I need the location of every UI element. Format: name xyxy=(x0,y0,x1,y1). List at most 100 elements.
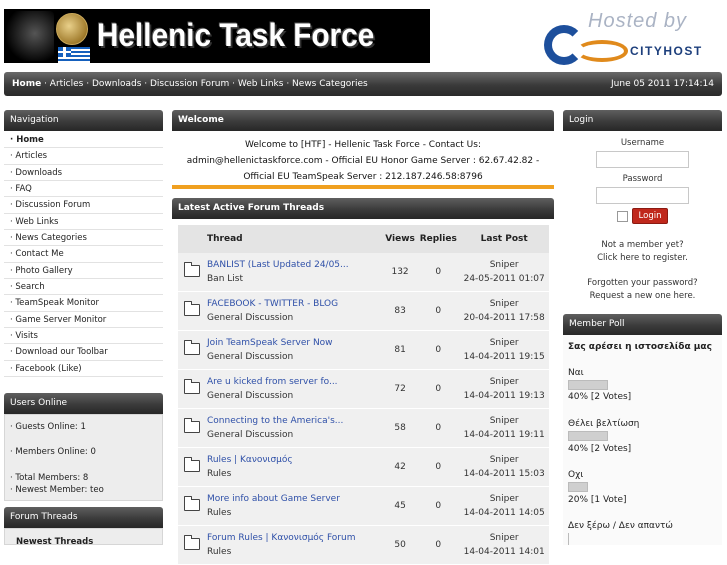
server-date: June 05 2011 17:14:14 xyxy=(611,79,714,89)
table-row: FACEBOOK - TWITTER - BLOG General Discuss… xyxy=(178,291,549,331)
nav-item-toolbar[interactable]: · Download our Toolbar xyxy=(4,344,163,361)
login-button[interactable]: Login xyxy=(632,208,668,224)
nav-item-search[interactable]: · Search xyxy=(4,279,163,296)
top-nav-forum[interactable]: Discussion Forum xyxy=(150,79,229,89)
nav-item-label: Game Server Monitor xyxy=(15,314,107,325)
nav-item-faq[interactable]: · FAQ xyxy=(4,181,163,198)
last-post-user[interactable]: Sniper xyxy=(460,531,548,545)
request-password-link[interactable]: Request a new one here. xyxy=(563,291,722,301)
newest-member-text: Newest Member: teo xyxy=(15,485,104,495)
nav-item-game-server-monitor[interactable]: · Game Server Monitor xyxy=(4,312,163,329)
thread-replies: 0 xyxy=(417,447,460,487)
table-row: Connecting to the America's... General Di… xyxy=(178,408,549,448)
thread-replies: 0 xyxy=(417,291,460,331)
password-input[interactable] xyxy=(596,187,689,204)
table-header-row: Thread Views Replies Last Post xyxy=(178,225,549,253)
thread-replies: 0 xyxy=(417,369,460,409)
nav-item-home[interactable]: · Home xyxy=(4,132,163,149)
thread-icon-cell xyxy=(178,291,206,331)
forum-threads-panel: Newest Threads xyxy=(4,528,163,547)
thread-link[interactable]: FACEBOOK - TWITTER - BLOG xyxy=(207,297,382,311)
thread-cell: FACEBOOK - TWITTER - BLOG General Discuss… xyxy=(206,291,383,331)
nav-item-news-categories[interactable]: · News Categories xyxy=(4,230,163,247)
nav-item-label: Download our Toolbar xyxy=(15,347,108,358)
nav-item-visits[interactable]: · Visits xyxy=(4,328,163,345)
folder-icon xyxy=(184,534,200,550)
thread-icon-cell xyxy=(178,408,206,448)
nav-item-label: News Categories xyxy=(15,233,87,244)
top-nav-home[interactable]: Home xyxy=(12,79,41,89)
table-row: BANLIST (Last Updated 24/05... Ban List 13… xyxy=(178,253,549,292)
nav-item-label: FAQ xyxy=(15,184,32,195)
thread-link[interactable]: BANLIST (Last Updated 24/05... xyxy=(207,258,382,272)
last-post-user[interactable]: Sniper xyxy=(460,258,548,272)
greek-flag-icon xyxy=(58,47,90,63)
last-post-date: 14-04-2011 19:11 xyxy=(463,430,545,440)
top-navigation-bar: Home · Articles · Downloads · Discussion… xyxy=(4,72,722,96)
thread-replies: 0 xyxy=(417,408,460,448)
col-thread: Thread xyxy=(206,225,383,253)
thread-link[interactable]: Join TeamSpeak Server Now xyxy=(207,336,382,350)
thread-last-post: Sniper 14-04-2011 14:01 xyxy=(459,525,549,565)
last-post-user[interactable]: Sniper xyxy=(460,375,548,389)
col-last-post: Last Post xyxy=(459,225,549,253)
total-members: · Total Members: 8 xyxy=(10,473,89,483)
thread-last-post: Sniper 14-04-2011 19:11 xyxy=(459,408,549,448)
nav-item-forum[interactable]: · Discussion Forum xyxy=(4,197,163,214)
site-title: Hellenic Task Force xyxy=(97,17,375,53)
thread-forum: Rules xyxy=(207,469,232,479)
thread-link[interactable]: More info about Game Server xyxy=(207,492,382,506)
latest-threads-table: Thread Views Replies Last Post BANLIST (… xyxy=(178,225,549,565)
last-post-user[interactable]: Sniper xyxy=(460,492,548,506)
nav-item-articles[interactable]: · Articles xyxy=(4,148,163,165)
last-post-user[interactable]: Sniper xyxy=(460,453,548,467)
total-members-text: Total Members: 8 xyxy=(15,473,89,483)
thread-link[interactable]: Rules | Κανονισμός xyxy=(207,453,382,467)
hosted-by-logo[interactable]: Hosted by CITYHOST xyxy=(542,10,722,66)
poll-bar xyxy=(568,533,570,545)
poll-option-label: Δεν ξέρω / Δεν απαντώ xyxy=(568,521,673,531)
top-nav-downloads[interactable]: Downloads xyxy=(92,79,141,89)
thread-link[interactable]: Connecting to the America's... xyxy=(207,414,382,428)
coin-emblem xyxy=(56,13,88,45)
poll-option-result: 40% [2 Votes] xyxy=(568,392,632,402)
thread-views: 50 xyxy=(383,525,418,565)
thread-icon-cell xyxy=(178,330,206,370)
register-link[interactable]: Click here to register. xyxy=(563,253,722,263)
top-nav-news-categories[interactable]: News Categories xyxy=(292,79,368,89)
folder-icon xyxy=(184,456,200,472)
nav-item-photo-gallery[interactable]: · Photo Gallery xyxy=(4,263,163,280)
last-post-user[interactable]: Sniper xyxy=(460,336,548,350)
last-post-date: 14-04-2011 19:15 xyxy=(463,352,545,362)
nav-item-downloads[interactable]: · Downloads xyxy=(4,165,163,182)
folder-icon xyxy=(184,339,200,355)
thread-views: 42 xyxy=(383,447,418,487)
thread-icon-cell xyxy=(178,369,206,409)
nav-item-teamspeak-monitor[interactable]: · TeamSpeak Monitor xyxy=(4,295,163,312)
last-post-user[interactable]: Sniper xyxy=(460,297,548,311)
thread-icon-cell xyxy=(178,486,206,526)
nav-item-facebook[interactable]: · Facebook (Like) xyxy=(4,361,163,378)
last-post-date: 14-04-2011 15:03 xyxy=(463,469,545,479)
cityhost-swoosh-icon xyxy=(576,40,628,62)
thread-forum: General Discussion xyxy=(207,352,294,362)
top-nav-web-links[interactable]: Web Links xyxy=(238,79,284,89)
nav-item-label: Search xyxy=(15,282,45,293)
nav-item-web-links[interactable]: · Web Links xyxy=(4,214,163,231)
thread-link[interactable]: Forum Rules | Κανονισμός Forum xyxy=(207,531,382,545)
site-banner[interactable]: Hellenic Task Force xyxy=(4,9,430,63)
thread-last-post: Sniper 24-05-2011 01:07 xyxy=(459,253,549,292)
remember-me-checkbox[interactable] xyxy=(617,211,628,222)
thread-forum: Ban List xyxy=(207,274,243,284)
top-nav-articles[interactable]: Articles xyxy=(50,79,84,89)
thread-link[interactable]: Are u kicked from server fo... xyxy=(207,375,382,389)
nav-item-contact[interactable]: · Contact Me xyxy=(4,246,163,263)
thread-icon-cell xyxy=(178,525,206,565)
last-post-date: 14-04-2011 14:05 xyxy=(463,508,545,518)
last-post-user[interactable]: Sniper xyxy=(460,414,548,428)
thread-views: 45 xyxy=(383,486,418,526)
newest-member[interactable]: · Newest Member: teo xyxy=(5,485,104,495)
username-input[interactable] xyxy=(596,151,689,168)
col-replies: Replies xyxy=(417,225,460,253)
poll-option-label: Ναι xyxy=(568,368,584,378)
